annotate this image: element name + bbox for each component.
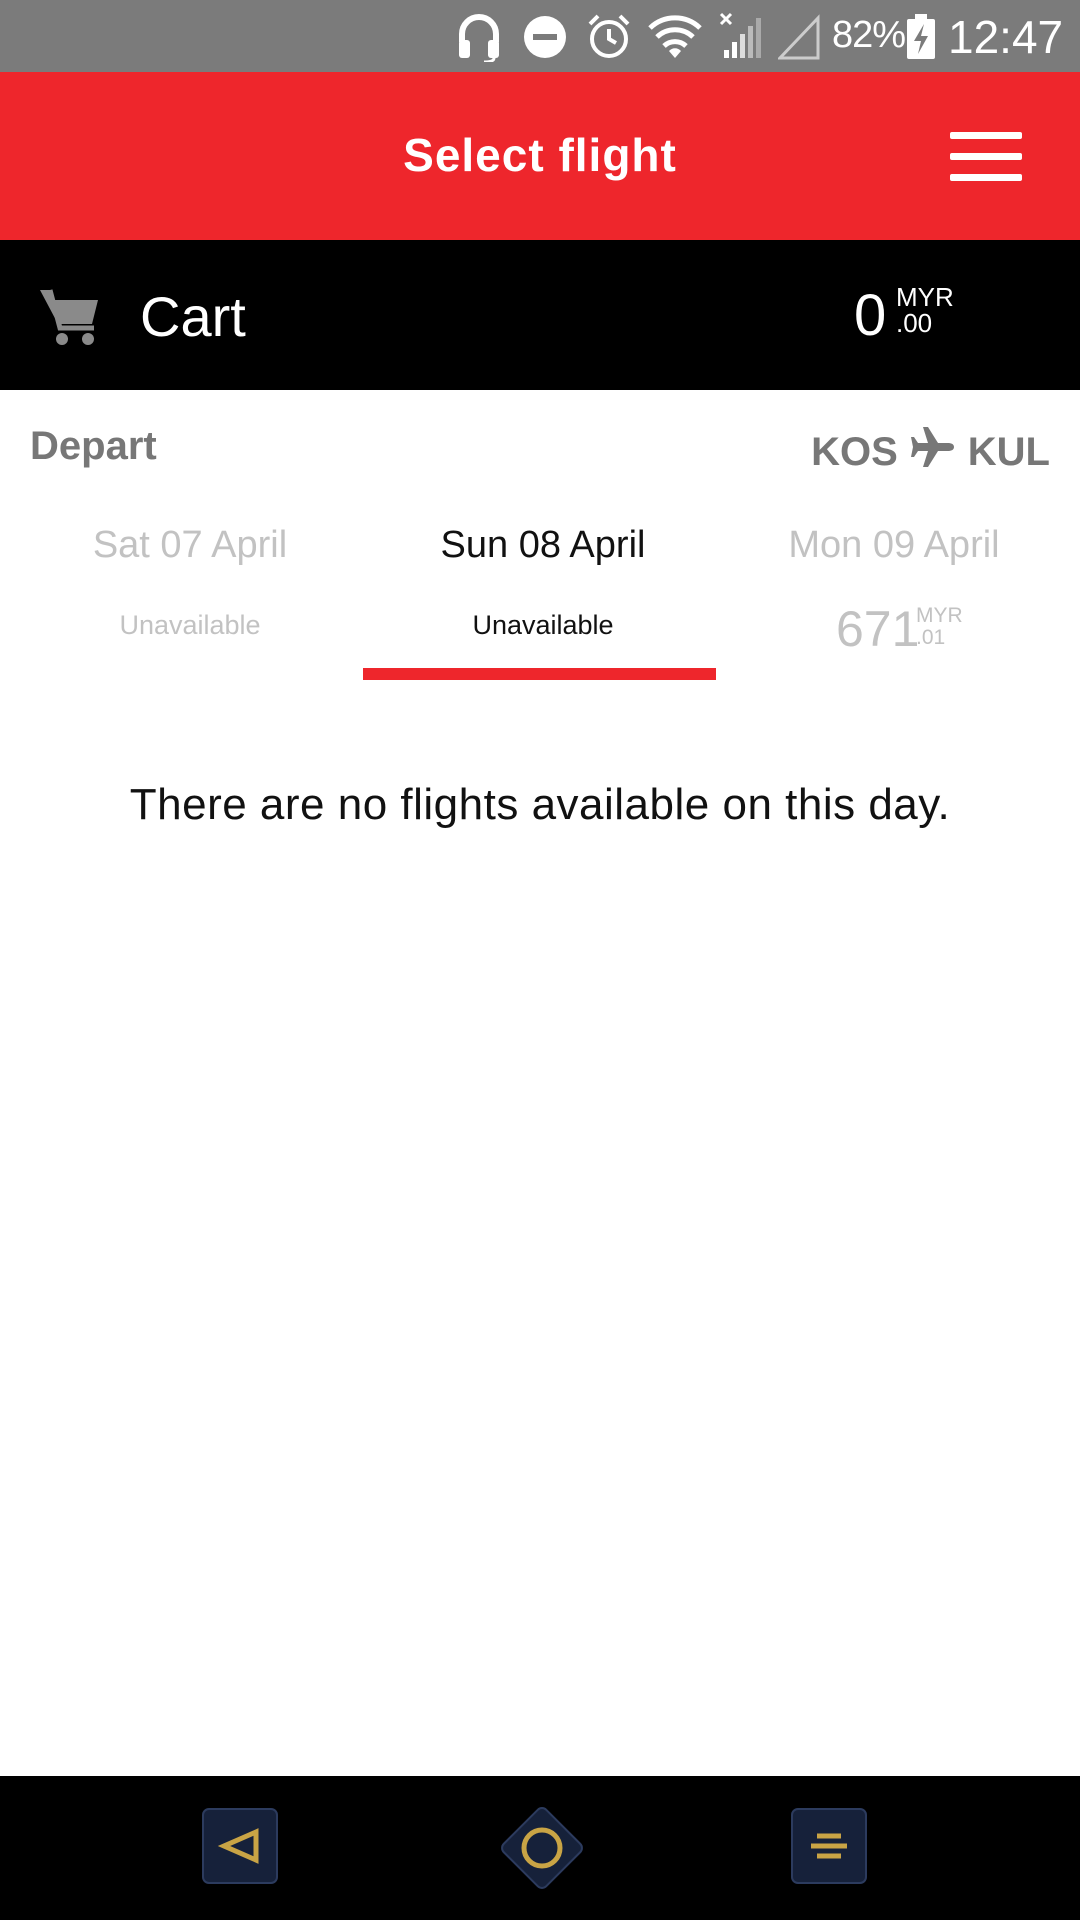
back-icon[interactable] (202, 1808, 278, 1889)
date-label: Mon 09 April (788, 524, 1000, 566)
status-bar: 82% 12:47 (0, 0, 1080, 72)
route: KOS KUL (811, 424, 1050, 480)
direction-label: Depart (30, 424, 157, 468)
date-tab-selected[interactable]: Sun 08 April Unavailable (363, 510, 723, 690)
alarm-icon (586, 12, 632, 67)
fare-price-decimal: .01 (916, 626, 946, 649)
navigation-bar (0, 1776, 1080, 1920)
shopping-cart-icon (38, 284, 102, 353)
page-title: Select flight (403, 129, 677, 181)
clock: 12:47 (948, 11, 1064, 63)
cell-signal-icon (718, 12, 764, 67)
home-icon[interactable] (492, 1798, 592, 1903)
fare-price-currency: MYR (916, 604, 963, 627)
wifi-icon (648, 12, 702, 67)
headset-icon (456, 12, 502, 67)
recents-icon[interactable] (791, 1808, 867, 1889)
cart-total-integer: 0 (854, 283, 887, 348)
cart-label: Cart (140, 285, 246, 348)
fare-price: 671 MYR .01 (836, 600, 976, 660)
date-tab-prev[interactable]: Sat 07 April Unavailable (10, 510, 370, 690)
cell-signal-empty-icon (776, 12, 822, 67)
destination-code: KUL (967, 429, 1050, 474)
cart-bar[interactable]: Cart 0 MYR .00 (0, 240, 1080, 390)
date-label: Sun 08 April (440, 524, 646, 566)
airplane-icon (910, 424, 956, 480)
date-tab-next[interactable]: Mon 09 April 671 MYR .01 (714, 510, 1074, 690)
hamburger-menu-icon[interactable] (950, 132, 1024, 182)
date-label: Sat 07 April (92, 524, 288, 566)
selected-tab-indicator (363, 668, 716, 680)
availability-label: Unavailable (119, 610, 261, 640)
cart-total-decimal: .00 (896, 308, 933, 338)
availability-label: Unavailable (472, 610, 614, 640)
battery-percent: 82% (832, 14, 906, 56)
do-not-disturb-icon (522, 12, 568, 67)
no-flights-message: There are no flights available on this d… (129, 780, 951, 829)
fare-price-integer: 671 (836, 601, 920, 657)
app-header: Select flight (0, 72, 1080, 240)
origin-code: KOS (811, 429, 898, 474)
battery-charging-icon (906, 14, 936, 65)
